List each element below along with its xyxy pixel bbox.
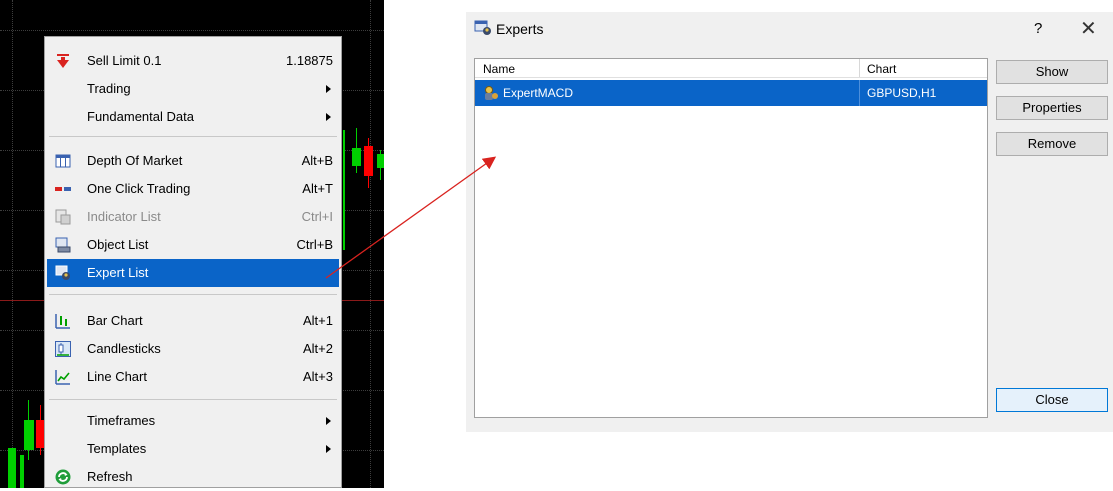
properties-button[interactable]: Properties — [996, 96, 1108, 120]
line-chart-icon — [55, 370, 70, 385]
show-button[interactable]: Show — [996, 60, 1108, 84]
submenu-arrow-icon — [326, 113, 331, 121]
menu-item-depth-of-market[interactable]: Depth Of Market Alt+B — [47, 147, 339, 175]
close-button[interactable]: Close — [996, 388, 1108, 412]
menu-item-shortcut: Alt+1 — [303, 313, 333, 328]
experts-dialog: Experts ? ✕ Name Chart ExpertMACD GBPUSD… — [466, 12, 1113, 432]
menu-item-label: Line Chart — [87, 369, 147, 384]
menu-item-line-chart[interactable]: Line Chart Alt+3 — [47, 363, 339, 391]
bull-candle — [8, 448, 16, 488]
menu-item-object-list[interactable]: Object List Ctrl+B — [47, 231, 339, 259]
chart-gridline — [370, 0, 371, 488]
menu-item-candlesticks[interactable]: Candlesticks Alt+2 — [47, 335, 339, 363]
bull-candle — [352, 148, 361, 166]
menu-item-shortcut: Alt+3 — [303, 369, 333, 384]
bar-chart-icon — [55, 314, 70, 329]
menu-separator — [49, 136, 337, 137]
submenu-arrow-icon — [326, 445, 331, 453]
refresh-icon — [55, 469, 71, 485]
menu-item-timeframes[interactable]: Timeframes — [47, 407, 339, 435]
column-divider[interactable] — [859, 59, 860, 77]
column-header-name[interactable]: Name — [483, 62, 515, 76]
expert-name: ExpertMACD — [503, 86, 574, 100]
menu-item-label: Sell Limit 0.1 — [87, 53, 162, 68]
bull-candle — [24, 420, 34, 450]
experts-list[interactable]: Name Chart ExpertMACD GBPUSD,H1 — [474, 58, 988, 418]
menu-item-label: Candlesticks — [87, 341, 161, 356]
column-divider — [859, 80, 860, 106]
close-icon[interactable]: ✕ — [1080, 16, 1097, 41]
table-row[interactable]: ExpertMACD GBPUSD,H1 — [475, 80, 987, 106]
menu-item-label: Timeframes — [87, 413, 156, 428]
object-list-icon — [55, 237, 71, 253]
expert-list-icon — [55, 265, 70, 280]
menu-item-label: One Click Trading — [87, 181, 191, 196]
menu-item-one-click-trading[interactable]: One Click Trading Alt+T — [47, 175, 339, 203]
menu-item-label: Templates — [87, 441, 147, 456]
indicator-list-icon — [55, 209, 71, 225]
submenu-arrow-icon — [326, 85, 331, 93]
menu-separator — [49, 294, 337, 295]
menu-item-templates[interactable]: Templates — [47, 435, 339, 463]
menu-item-sell-limit[interactable]: Sell Limit 0.1 1.18875 — [47, 47, 339, 75]
one-click-trading-icon — [55, 187, 71, 191]
chart-gridline — [0, 30, 384, 31]
expert-advisor-icon — [485, 86, 498, 100]
menu-item-fundamental-data[interactable]: Fundamental Data — [47, 103, 339, 131]
menu-item-label: Object List — [87, 237, 149, 252]
menu-item-label: Indicator List — [87, 209, 161, 224]
menu-item-shortcut: 1.18875 — [286, 53, 333, 68]
column-header-chart[interactable]: Chart — [867, 62, 896, 76]
depth-of-market-icon — [55, 154, 71, 168]
candlesticks-icon — [55, 341, 71, 357]
menu-item-shortcut: Alt+2 — [303, 341, 333, 356]
remove-button[interactable]: Remove — [996, 132, 1108, 156]
expert-chart: GBPUSD,H1 — [867, 86, 937, 100]
menu-item-trading[interactable]: Trading — [47, 75, 339, 103]
menu-item-bar-chart[interactable]: Bar Chart Alt+1 — [47, 307, 339, 335]
submenu-arrow-icon — [326, 417, 331, 425]
menu-item-shortcut: Ctrl+I — [301, 209, 333, 224]
bull-candle — [377, 154, 384, 168]
menu-item-shortcut: Alt+T — [302, 181, 333, 196]
bull-candle — [343, 130, 345, 250]
list-header: Name Chart — [475, 59, 987, 78]
menu-item-shortcut: Alt+B — [301, 153, 333, 168]
menu-item-label: Refresh — [87, 469, 133, 484]
menu-item-indicator-list[interactable]: Indicator List Ctrl+I — [47, 203, 339, 231]
bull-candle — [20, 455, 24, 488]
experts-window-icon — [474, 20, 491, 35]
menu-item-label: Depth Of Market — [87, 153, 183, 168]
sell-limit-arrow-icon — [57, 54, 69, 68]
dialog-title: Experts — [496, 21, 544, 37]
menu-separator — [49, 399, 337, 400]
menu-item-shortcut: Ctrl+B — [296, 237, 333, 252]
help-button[interactable]: ? — [1034, 20, 1042, 37]
menu-item-refresh[interactable]: Refresh — [47, 463, 339, 491]
menu-item-label: Trading — [87, 81, 131, 96]
bear-candle — [364, 146, 373, 176]
menu-item-label: Fundamental Data — [87, 109, 194, 124]
menu-item-label: Bar Chart — [87, 313, 143, 328]
chart-gridline — [12, 0, 13, 488]
menu-item-expert-list[interactable]: Expert List — [47, 259, 339, 287]
chart-context-menu: Sell Limit 0.1 1.18875 Trading Fundament… — [44, 36, 342, 488]
menu-item-label: Expert List — [87, 265, 149, 280]
